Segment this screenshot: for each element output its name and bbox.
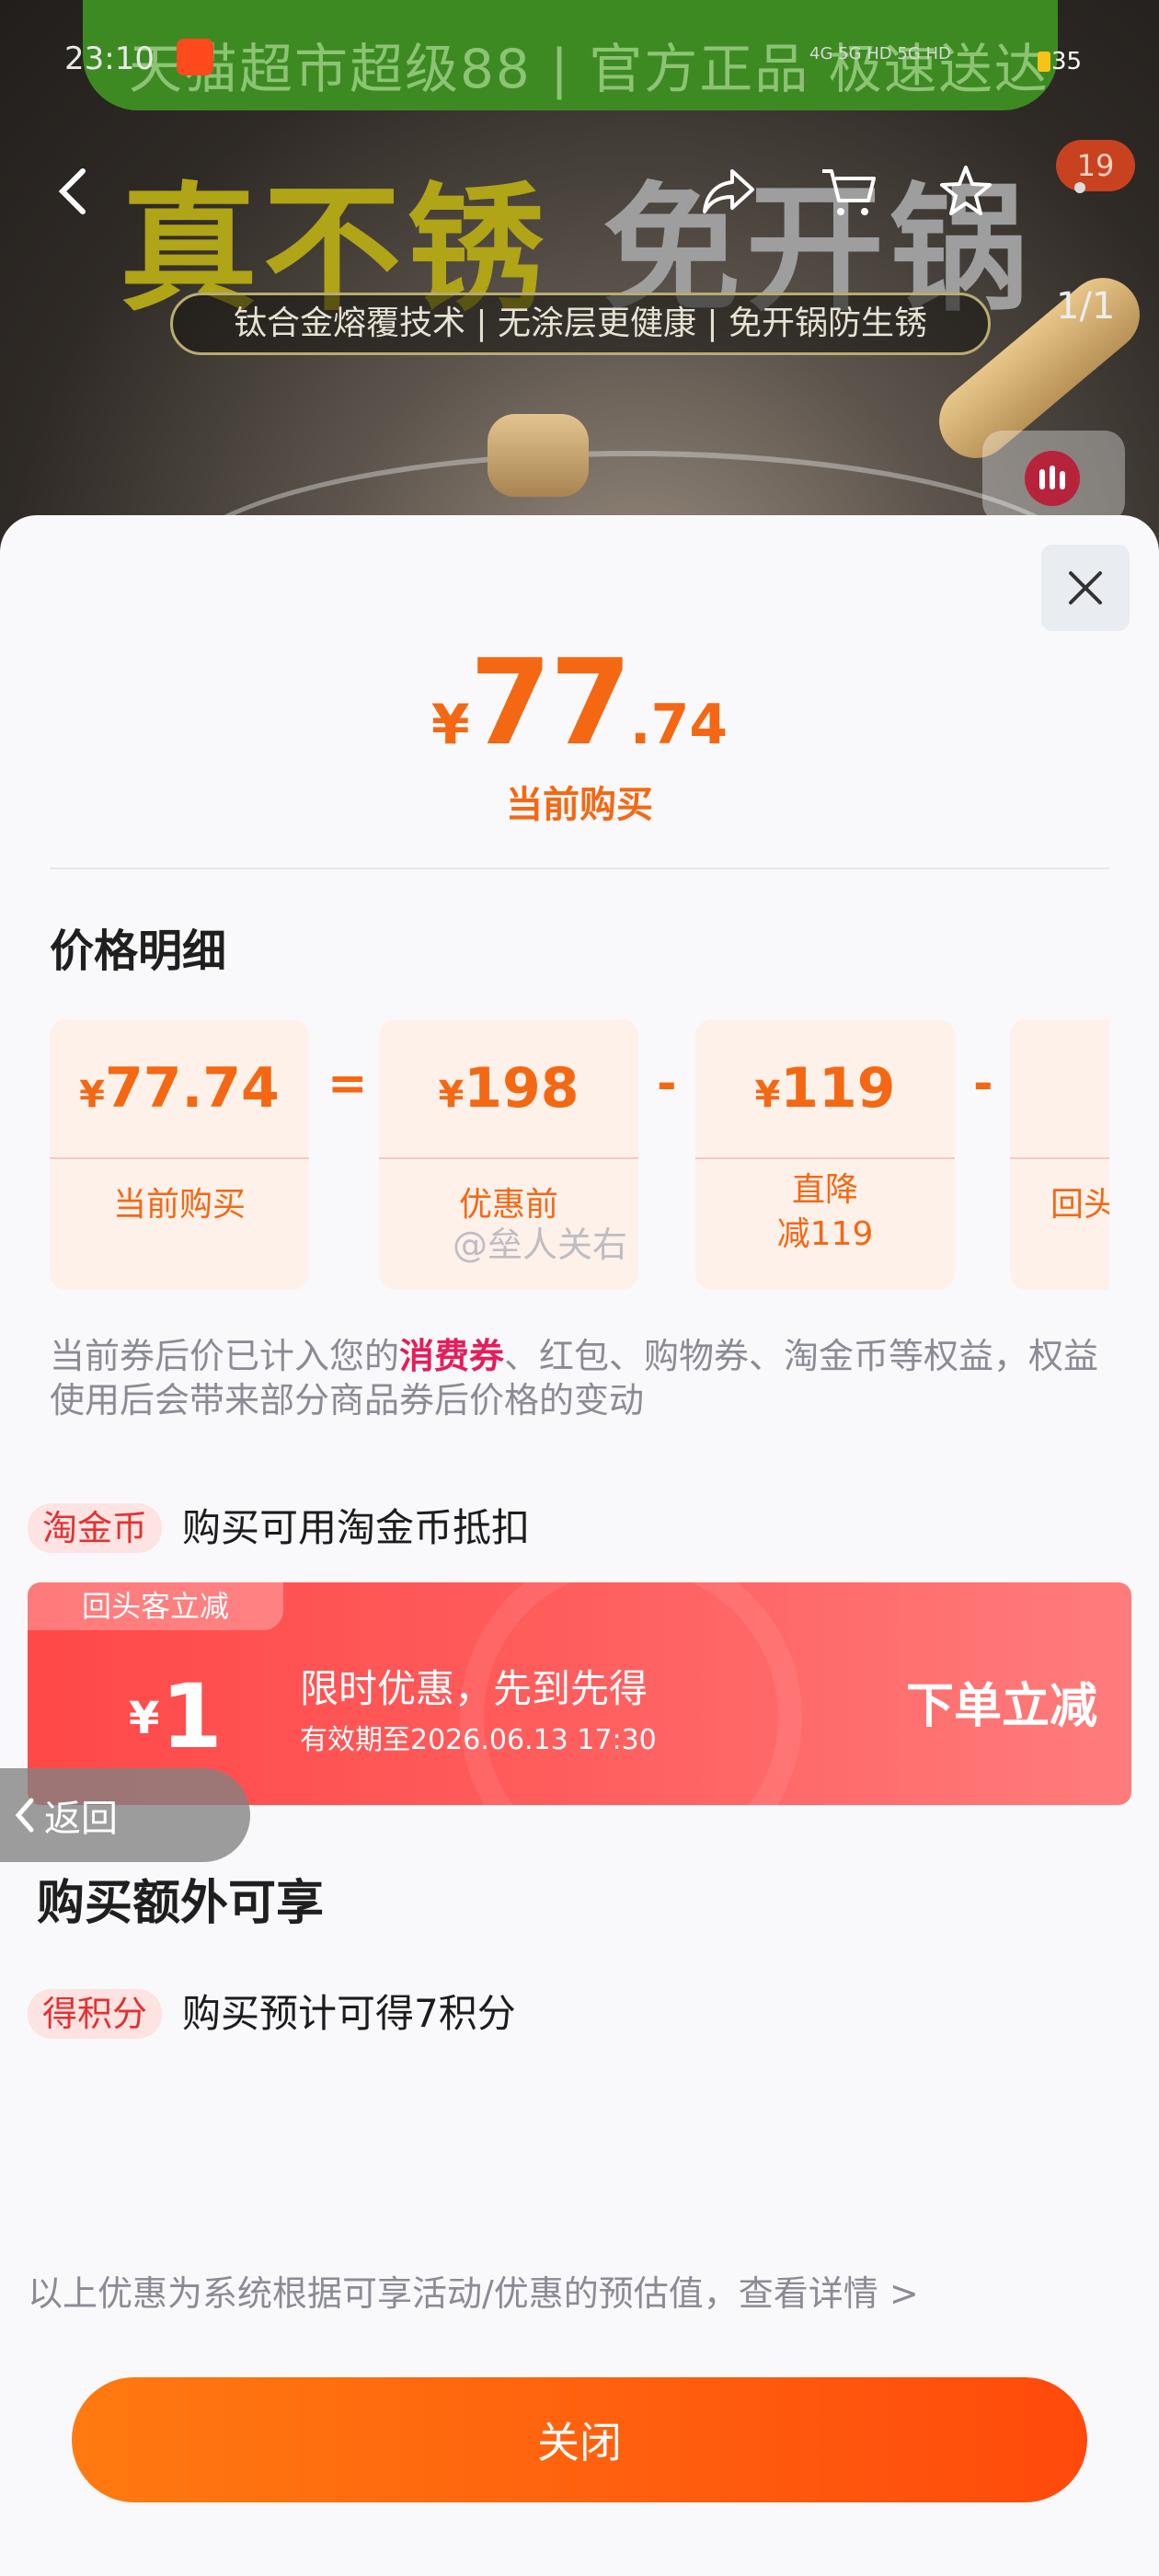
close-sheet-button[interactable] [1041,545,1130,631]
coupon-title: 限时优惠，先到先得 [300,1666,648,1711]
pan-knob-graphic [488,414,589,497]
banner-subline: 钛合金熔覆技术 | 无涂层更健康 | 免开锅防生锈 [170,293,991,355]
breakdown-card-returning: 回头 [1010,1019,1109,1290]
cart-button[interactable] [811,155,885,228]
coin-description: 购买可用淘金币抵扣 [182,1505,531,1550]
card-divider [379,1157,638,1159]
disclaimer-link[interactable]: 以上优惠为系统根据可享活动/优惠的预估值，查看详情 > [28,2265,919,2316]
coupon-type-tab: 回头客立减 [28,1582,283,1630]
coupon-cta: 下单立减 [906,1679,1098,1734]
note-text: 当前券后价已计入您的 [50,1336,400,1376]
card-amount: 77.74 [105,1056,280,1121]
watermark: @垒人关右 [453,1225,628,1265]
card-amount: 198 [464,1056,580,1121]
card-currency: ¥ [79,1074,106,1116]
card-currency: ¥ [754,1074,781,1116]
card-divider [50,1157,309,1159]
back-arrow-icon [58,168,86,214]
floating-back-label: 返回 [44,1798,118,1840]
price-detail-title: 价格明细 [50,926,227,977]
price-integer: 77 [469,635,632,772]
extra-benefits-title: 购买额外可享 [37,1876,325,1931]
breakdown-card-direct-discount: ¥119 直降 减119 [695,1019,955,1290]
card-amount: 119 [780,1056,896,1121]
coupon-currency: ¥ [129,1693,160,1744]
share-icon [703,169,754,213]
close-button[interactable]: 关闭 [72,2377,1087,2502]
share-button[interactable] [692,155,765,228]
chevron-left-icon [15,1798,34,1833]
cart-icon [822,169,876,215]
image-counter: 1/1 [1056,285,1116,328]
breakdown-card-current: ¥77.74 当前购买 [50,1019,309,1290]
card-divider [1010,1157,1109,1159]
operator-minus: - [657,1056,677,1111]
card-label: 回头 [1050,1186,1109,1224]
more-icon[interactable] [1074,182,1085,193]
cart-count-badge: 19 [1056,140,1135,191]
battery-icon [1038,52,1050,72]
coupon-validity: 有效期至2026.06.13 17:30 [300,1724,657,1756]
card-label: 直降 减119 [776,1171,874,1253]
coin-tag: 淘金币 [28,1503,163,1553]
status-network: 4G 5G HD 5G HD [809,44,951,63]
card-label: 当前购买 [112,1186,246,1224]
video-icon [1025,451,1080,506]
operator-minus: - [973,1056,993,1111]
points-description: 购买预计可得7积分 [182,1991,516,2036]
floating-back-button[interactable]: 返回 [0,1768,250,1862]
price-decimal: .74 [629,693,729,757]
status-time: 23:10 [64,40,155,77]
app-notification-icon [177,39,213,75]
points-tag: 得积分 [28,1989,163,2039]
favorite-button[interactable] [929,155,1003,228]
card-currency: ¥ [438,1074,465,1116]
price-currency: ¥ [430,693,470,757]
divider [50,868,1109,869]
note-highlight: 消费券 [399,1336,505,1376]
close-icon [1069,571,1102,604]
back-button[interactable] [37,155,110,228]
battery-level: 35 [1051,48,1083,75]
coupon-amount: 1 [161,1665,223,1768]
current-price: ¥77.74 [0,635,1159,772]
promo-strip-text: 天猫超市超级88 | 官方正品 极速送达 [129,38,1050,100]
card-divider [695,1157,955,1159]
operator-equals: = [327,1056,368,1111]
star-icon [940,166,992,215]
current-price-label: 当前购买 [506,784,653,826]
price-note: 当前券后价已计入您的消费券、红包、购物券、淘金币等权益，权益使用后会带来部分商品… [50,1334,1117,1422]
